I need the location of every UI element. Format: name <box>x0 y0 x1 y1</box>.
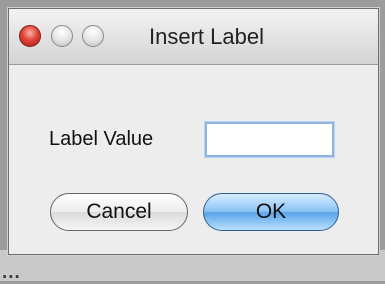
insert-label-dialog: Insert Label Label Value Cancel OK <box>8 8 379 255</box>
dialog-title: Insert Label <box>149 24 264 49</box>
titlebar: Insert Label <box>9 9 378 65</box>
ok-button[interactable]: OK <box>203 193 339 231</box>
minimize-icon[interactable] <box>51 25 73 47</box>
label-value-text: Label Value <box>49 128 154 150</box>
close-icon[interactable] <box>19 25 41 47</box>
cancel-button[interactable]: Cancel <box>50 193 188 231</box>
label-value-input[interactable] <box>205 122 334 157</box>
zoom-icon[interactable] <box>82 25 104 47</box>
dialog-content: Label Value Cancel OK <box>9 65 378 254</box>
